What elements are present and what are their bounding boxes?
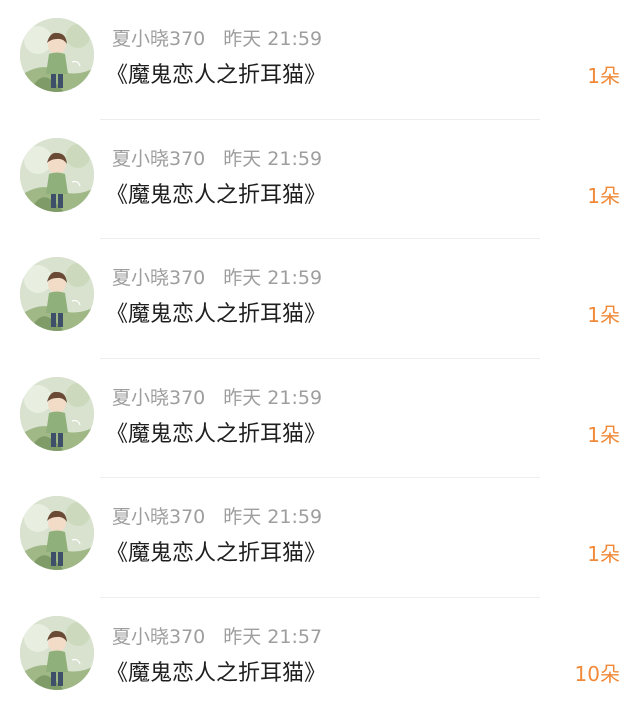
list-item[interactable]: 夏小晓370 昨天 21:59 《魔鬼恋人之折耳猫》 1朵 [0, 359, 640, 479]
user-name[interactable]: 夏小晓370 [112, 387, 205, 409]
gift-record-list: 夏小晓370 昨天 21:59 《魔鬼恋人之折耳猫》 1朵 夏小晓370 昨天 21… [0, 0, 640, 710]
user-name[interactable]: 夏小晓370 [112, 267, 205, 289]
avatar-image [20, 137, 94, 212]
user-name[interactable]: 夏小晓370 [112, 28, 205, 50]
timestamp: 昨天 21:59 [223, 28, 323, 50]
item-meta: 夏小晓370 昨天 21:59 [112, 144, 322, 174]
book-title[interactable]: 《魔鬼恋人之折耳猫》 [106, 536, 326, 572]
avatar[interactable] [20, 496, 94, 571]
book-title[interactable]: 《魔鬼恋人之折耳猫》 [106, 297, 326, 333]
avatar-image [20, 496, 94, 571]
timestamp: 昨天 21:59 [223, 267, 323, 290]
avatar[interactable] [20, 18, 94, 92]
book-title[interactable]: 《魔鬼恋人之折耳猫》 [106, 417, 326, 453]
gift-count: 1朵 [587, 303, 620, 328]
avatar[interactable] [20, 137, 94, 212]
avatar-image [20, 376, 94, 451]
item-meta: 夏小晓370 昨天 21:59 [112, 263, 322, 293]
avatar-image [20, 18, 94, 92]
item-meta: 夏小晓370 昨天 21:59 [112, 383, 322, 413]
timestamp: 昨天 21:59 [223, 386, 323, 409]
timestamp: 昨天 21:57 [223, 625, 323, 648]
gift-count: 1朵 [587, 422, 620, 447]
gift-count: 10朵 [574, 661, 620, 686]
avatar[interactable] [20, 257, 94, 332]
avatar[interactable] [20, 615, 94, 690]
list-item[interactable]: 夏小晓370 昨天 21:59 《魔鬼恋人之折耳猫》 1朵 [0, 478, 640, 598]
book-title[interactable]: 《魔鬼恋人之折耳猫》 [106, 58, 326, 94]
user-name[interactable]: 夏小晓370 [112, 148, 205, 170]
item-meta: 夏小晓370 昨天 21:59 [112, 24, 322, 54]
avatar-image [20, 615, 94, 690]
avatar[interactable] [20, 376, 94, 451]
user-name[interactable]: 夏小晓370 [112, 506, 205, 528]
gift-count: 1朵 [587, 542, 620, 567]
list-item[interactable]: 夏小晓370 昨天 21:57 《魔鬼恋人之折耳猫》 10朵 [0, 598, 640, 718]
gift-count: 1朵 [587, 64, 620, 88]
list-item[interactable]: 夏小晓370 昨天 21:59 《魔鬼恋人之折耳猫》 1朵 [0, 120, 640, 240]
timestamp: 昨天 21:59 [223, 506, 323, 529]
list-item[interactable]: 夏小晓370 昨天 21:59 《魔鬼恋人之折耳猫》 1朵 [0, 239, 640, 359]
book-title[interactable]: 《魔鬼恋人之折耳猫》 [106, 656, 326, 692]
book-title[interactable]: 《魔鬼恋人之折耳猫》 [106, 178, 326, 214]
avatar-image [20, 257, 94, 332]
list-item[interactable]: 夏小晓370 昨天 21:59 《魔鬼恋人之折耳猫》 1朵 [0, 0, 640, 120]
user-name[interactable]: 夏小晓370 [112, 626, 205, 648]
item-meta: 夏小晓370 昨天 21:59 [112, 502, 322, 532]
timestamp: 昨天 21:59 [223, 147, 323, 170]
gift-count: 1朵 [587, 183, 620, 208]
item-meta: 夏小晓370 昨天 21:57 [112, 622, 322, 652]
